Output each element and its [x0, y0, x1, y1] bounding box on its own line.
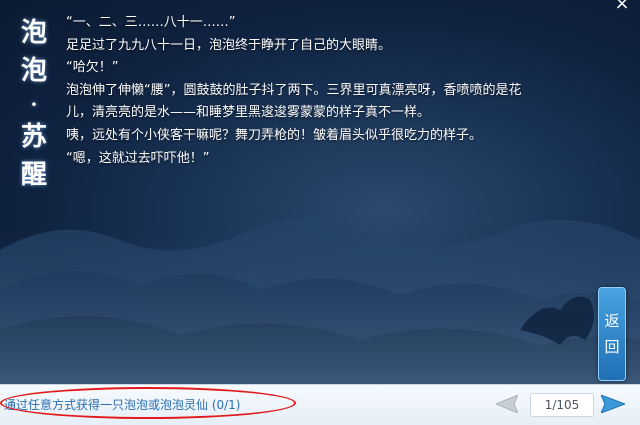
story-text: “一、二、三……八十一……” 足足过了九九八十一日，泡泡终于睁开了自己的大眼睛。… [66, 12, 596, 170]
quest-bar: 通过任意方式获得一只泡泡或泡泡灵仙 (0/1) 1/105 [0, 384, 640, 425]
story-line: “哈欠！” [66, 60, 119, 76]
back-button[interactable]: 返 回 [598, 287, 626, 381]
title-separator: · [30, 92, 38, 116]
back-button-label: 回 [604, 338, 620, 356]
title-char: 醒 [20, 160, 47, 190]
next-arrow-icon[interactable] [601, 395, 625, 413]
prev-arrow-icon[interactable] [496, 395, 518, 413]
title-char: 苏 [20, 122, 47, 152]
back-button-label: 返 [604, 312, 620, 330]
story-line: 咦，远处有个小侠客干嘛呢？舞刀弄枪的！皱着眉头似乎很吃力的样子。 [66, 127, 483, 143]
title-char: 泡 [20, 18, 47, 48]
story-panel: 泡 泡 · 苏 醒 “一、二、三……八十一……” 足足过了九九八十一日，泡泡终于… [0, 0, 640, 384]
story-line: 足足过了九九八十一日，泡泡终于睁开了自己的大眼睛。 [66, 37, 392, 53]
story-line: 泡泡伸了伸懒“腰”，圆鼓鼓的肚子抖了两下。三界里可真漂亮呀，香喷喷的是花 [66, 82, 522, 98]
title-char: 泡 [20, 56, 47, 86]
page-indicator: 1/105 [530, 393, 594, 417]
chapter-title: 泡 泡 · 苏 醒 [15, 14, 53, 194]
close-button[interactable]: × [612, 0, 632, 14]
highlight-annotation [0, 387, 296, 419]
story-line: “一、二、三……八十一……” [66, 15, 236, 30]
story-line: “嗯，这就过去吓吓他！” [66, 150, 210, 166]
story-line: 儿，清亮亮的是水——和睡梦里黑逡逡雾蒙蒙的样子真不一样。 [66, 105, 431, 121]
